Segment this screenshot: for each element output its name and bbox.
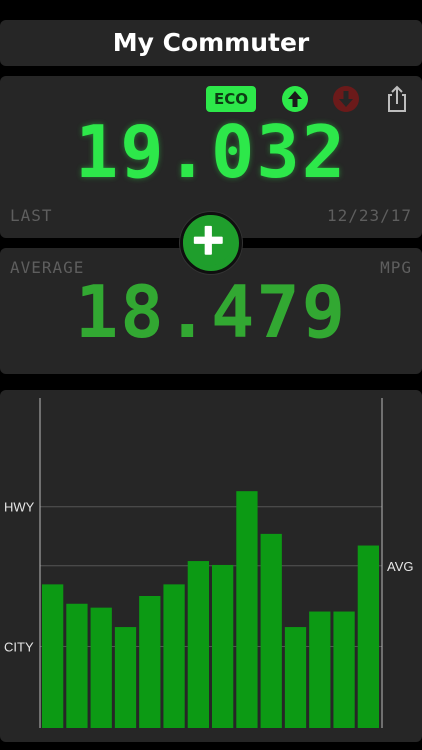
- chart-bar: [66, 603, 88, 728]
- chart-bar: [284, 627, 307, 728]
- label-avg: AVG: [387, 559, 414, 574]
- label-hwy: HWY: [4, 500, 35, 515]
- add-entry-button[interactable]: [180, 212, 242, 274]
- average-mpg-value: 18.479: [74, 270, 348, 354]
- eco-badge[interactable]: ECO: [206, 86, 256, 112]
- chart-bar: [114, 627, 137, 728]
- chart-bar: [90, 607, 112, 728]
- chart-bar: [309, 611, 331, 728]
- app-title: My Commuter: [112, 28, 310, 57]
- mpg-chart-panel: HWY AVG CITY: [0, 390, 422, 742]
- chart-bar: [139, 596, 161, 728]
- last-label: LAST: [10, 206, 53, 225]
- chart-bar: [187, 561, 209, 728]
- chart-bar: [260, 533, 282, 728]
- chart-bar: [357, 545, 379, 728]
- last-date: 12/23/17: [326, 206, 412, 225]
- chart-bar: [42, 584, 64, 728]
- title-bar: My Commuter: [0, 20, 422, 66]
- chart-bar: [236, 491, 258, 728]
- chart-bar: [212, 564, 234, 728]
- mpg-chart: HWY AVG CITY: [4, 398, 414, 728]
- last-mpg-value: 19.032: [74, 110, 348, 194]
- chart-bar: [333, 611, 355, 728]
- chart-bar: [163, 584, 185, 728]
- label-city: CITY: [4, 639, 34, 654]
